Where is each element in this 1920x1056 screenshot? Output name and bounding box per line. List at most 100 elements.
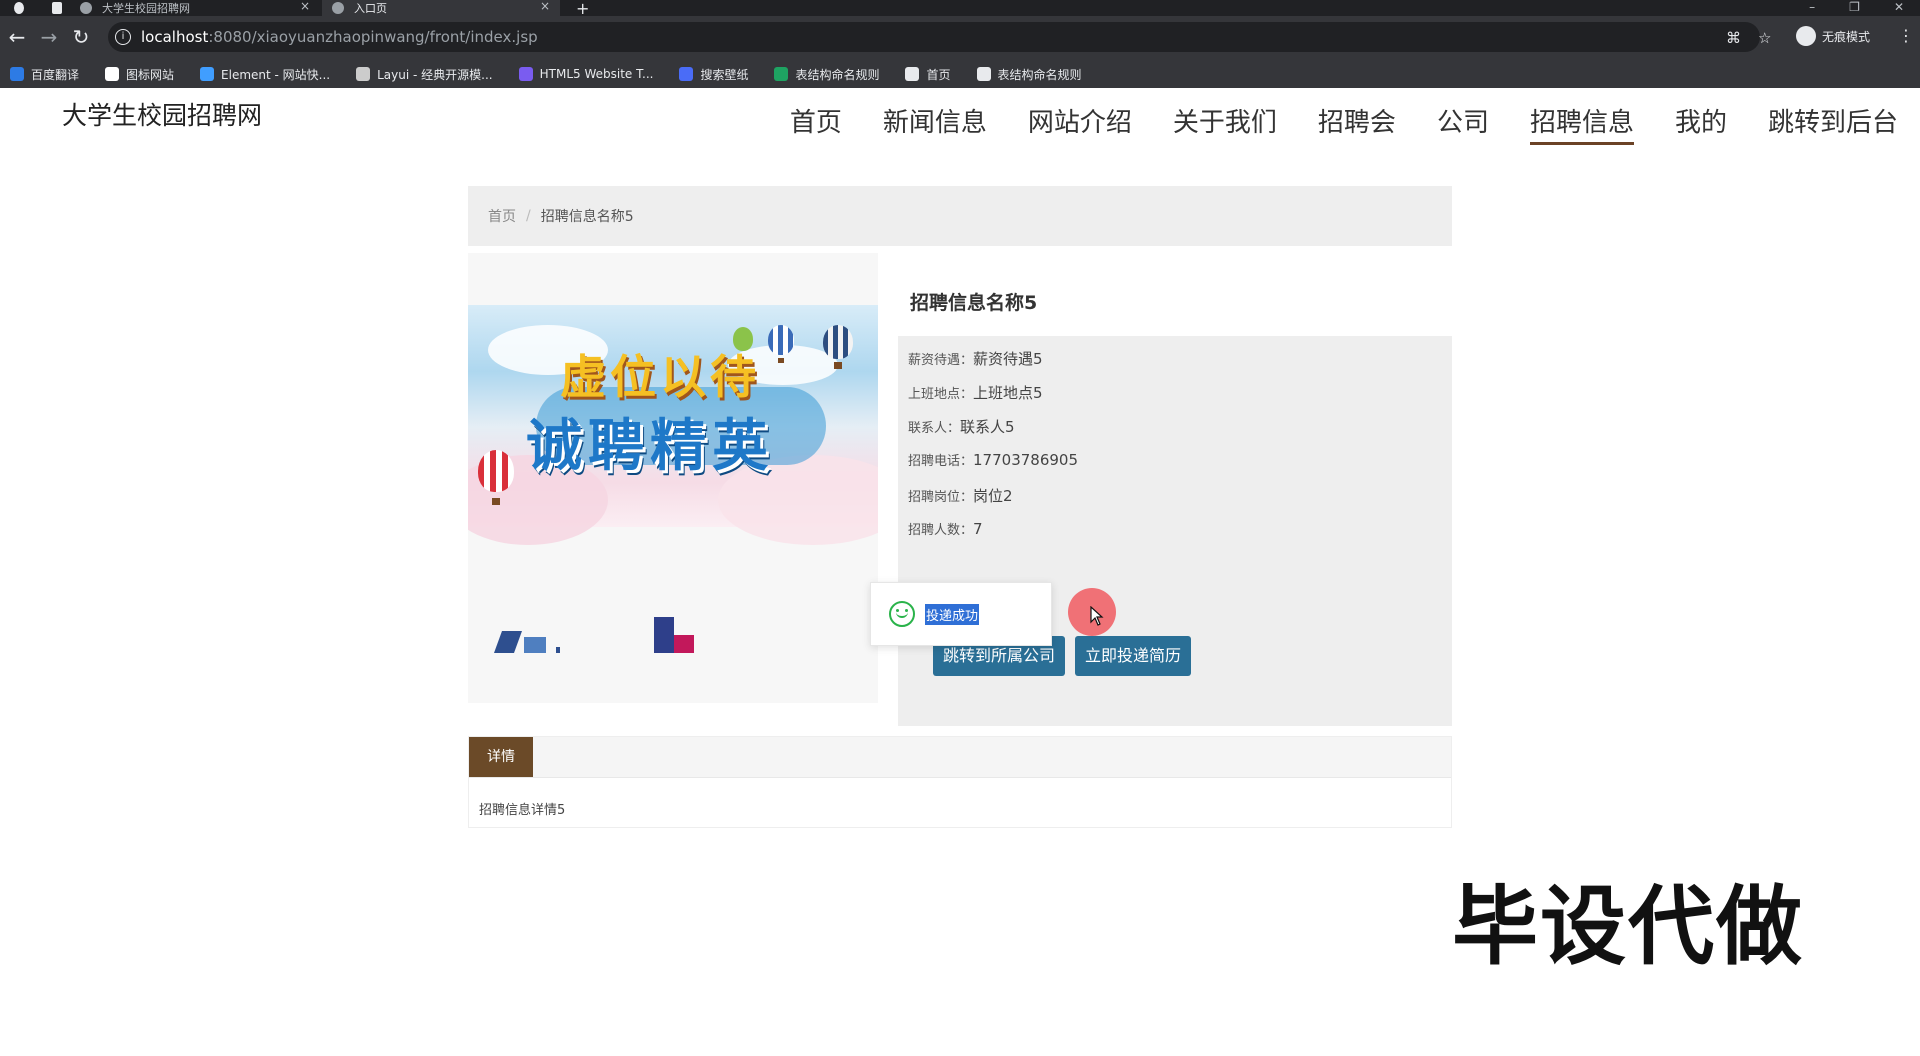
tab-detail[interactable]: 详情 [469, 737, 533, 777]
back-icon[interactable]: ← [4, 24, 30, 50]
html5-icon [518, 67, 533, 81]
job-field-row: 联系人：联系人5 [908, 416, 1015, 437]
bookmark-item[interactable]: 百度翻译 [10, 66, 79, 83]
job-field-row: 招聘电话：17703786905 [908, 450, 1078, 469]
bookmark-star-icon[interactable]: ☆ [1758, 29, 1771, 47]
balloon-icon [478, 450, 514, 505]
breadcrumb-home-link[interactable]: 首页 [488, 206, 516, 226]
image-thumbnails[interactable] [478, 613, 868, 653]
field-label: 薪资待遇： [908, 353, 974, 368]
smile-icon [889, 601, 915, 627]
nav-item-1[interactable]: 新闻信息 [883, 102, 987, 145]
close-icon[interactable]: × [540, 0, 550, 13]
nav-item-8[interactable]: 跳转到后台 [1768, 102, 1898, 145]
close-window-icon[interactable]: ✕ [1894, 0, 1904, 16]
hexagon-icon [200, 67, 215, 81]
new-tab-button[interactable]: + [576, 0, 596, 18]
field-value: 岗位2 [973, 487, 1013, 505]
field-label: 招聘电话： [908, 454, 974, 469]
site-title[interactable]: 大学生校园招聘网 [62, 96, 262, 132]
breadcrumb: 首页 / 招聘信息名称5 [468, 186, 1452, 246]
nav-item-6[interactable]: 招聘信息 [1529, 102, 1634, 145]
field-label: 招聘人数： [908, 523, 974, 538]
layui-icon [356, 67, 371, 81]
bookmark-label: 搜索壁纸 [700, 67, 749, 82]
bookmark-label: Layui - 经典开源模... [377, 67, 493, 82]
field-value: 7 [973, 520, 983, 538]
watermark-text: 毕设代做 [1452, 877, 1804, 977]
forward-icon[interactable]: → [36, 24, 62, 50]
bookmark-label: 表结构命名规则 [997, 67, 1082, 82]
bookmark-item[interactable]: 图标网站 [105, 66, 174, 83]
browser-toolbar: ← → ↻ i localhost:8080/xiaoyuanzhaopinwa… [0, 16, 1920, 60]
breadcrumb-separator: / [526, 208, 531, 224]
info-icon[interactable]: i [115, 29, 131, 45]
incognito-icon [1796, 26, 1816, 46]
close-icon[interactable]: × [300, 0, 310, 13]
main-nav: 首页 新闻信息 网站介绍 关于我们 招聘会 公司 招聘信息 我的 跳转到后台 [790, 102, 1898, 145]
bookmark-item[interactable]: 首页 [905, 66, 951, 83]
job-image-panel: 虚位以待 诚聘精英 [468, 253, 878, 703]
bookmark-label: 表结构命名规则 [795, 67, 880, 82]
browser-tab-1[interactable]: 大学生校园招聘网 × [80, 0, 320, 16]
banner-headline: 虚位以待 [560, 350, 760, 404]
url-text[interactable]: localhost:8080/xiaoyuanzhaopinwang/front… [141, 28, 538, 46]
field-value: 联系人5 [960, 418, 1015, 436]
field-value: 薪资待遇5 [973, 350, 1043, 368]
bookmark-item[interactable]: HTML5 Website T... [518, 67, 654, 81]
job-banner-image: 虚位以待 诚聘精英 [468, 305, 878, 545]
sheet-icon [774, 67, 789, 81]
bookmark-item[interactable]: Layui - 经典开源模... [356, 66, 493, 83]
tab-title: 大学生校园招聘网 [102, 2, 190, 15]
nav-item-0[interactable]: 首页 [790, 102, 842, 145]
bookmark-item[interactable]: Element - 网站快... [200, 66, 330, 83]
maximize-icon[interactable]: ❐ [1849, 0, 1860, 16]
tab-search-icon[interactable] [52, 0, 72, 16]
more-menu-icon[interactable]: ⋮ [1898, 26, 1914, 45]
job-field-row: 薪资待遇：薪资待遇5 [908, 348, 1043, 369]
incognito-badge[interactable]: 无痕模式 [1796, 26, 1870, 46]
bookmark-label: 首页 [926, 67, 951, 82]
nav-item-4[interactable]: 招聘会 [1318, 102, 1396, 145]
job-field-row: 上班地点：上班地点5 [908, 382, 1043, 403]
mouse-cursor-icon [1090, 606, 1104, 626]
browser-menu-icon[interactable] [14, 0, 34, 16]
translate-icon [10, 67, 24, 81]
address-bar[interactable]: i localhost:8080/xiaoyuanzhaopinwang/fro… [108, 22, 1760, 52]
nav-item-7[interactable]: 我的 [1675, 102, 1727, 145]
translate-icon[interactable]: ⌘ [1726, 29, 1741, 47]
success-toast: 投递成功 [870, 582, 1052, 646]
bookmark-label: Element - 网站快... [221, 67, 331, 82]
bookmark-label: HTML5 Website T... [539, 67, 654, 81]
nav-item-2[interactable]: 网站介绍 [1028, 102, 1132, 145]
bookmark-item[interactable]: 表结构命名规则 [774, 66, 879, 83]
submit-resume-button[interactable]: 立即投递简历 [1075, 636, 1191, 676]
minimize-icon[interactable]: – [1809, 0, 1815, 16]
balloon-icon [823, 325, 853, 369]
toast-message: 投递成功 [925, 603, 980, 625]
tab-title: 入口页 [354, 2, 387, 15]
breadcrumb-current: 招聘信息名称5 [540, 209, 634, 225]
reload-icon[interactable]: ↻ [68, 24, 94, 50]
nav-item-3[interactable]: 关于我们 [1173, 102, 1277, 145]
tab-favicon-icon [80, 2, 92, 14]
bookmarks-bar: 百度翻译 图标网站 Element - 网站快... Layui - 经典开源模...… [0, 60, 1920, 88]
detail-section: 详情 招聘信息详情5 [468, 736, 1452, 828]
globe-icon [905, 67, 920, 81]
field-label: 招聘岗位： [908, 490, 974, 505]
bookmark-item[interactable]: 表结构命名规则 [976, 66, 1082, 83]
bookmark-item[interactable]: 搜索壁纸 [679, 66, 748, 83]
nav-item-5[interactable]: 公司 [1437, 102, 1489, 145]
wallpaper-icon [679, 67, 694, 81]
flag-icon [105, 67, 120, 81]
field-value: 17703786905 [973, 451, 1078, 469]
bookmark-label: 图标网站 [126, 67, 175, 82]
detail-content: 招聘信息详情5 [479, 803, 566, 818]
browser-tab-2[interactable]: 入口页 × [322, 0, 560, 16]
balloon-icon [768, 325, 794, 363]
window-controls: – ❐ ✕ [1809, 0, 1920, 16]
tab-favicon-icon [332, 2, 344, 14]
field-value: 上班地点5 [973, 384, 1043, 402]
field-label: 联系人： [908, 421, 961, 436]
field-label: 上班地点： [908, 387, 974, 402]
